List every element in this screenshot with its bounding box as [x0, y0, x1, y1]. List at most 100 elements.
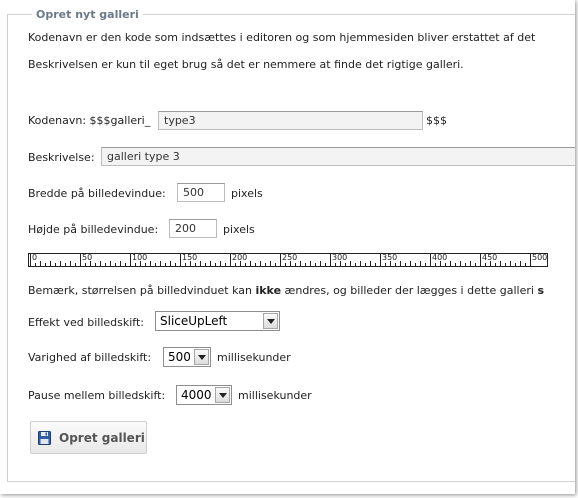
- ruler-tick: [425, 263, 426, 266]
- gallery-form-window: Opret nyt galleri Kodenavn er den kode s…: [0, 0, 575, 494]
- chevron-down-icon[interactable]: [263, 313, 278, 329]
- ruler-tick: [505, 263, 506, 266]
- size-note-tail: s: [537, 284, 544, 297]
- kodenavn-label: Kodenavn: $$$galleri_: [28, 114, 151, 127]
- ruler-tick: [195, 263, 196, 266]
- ruler-tick: [365, 263, 366, 266]
- ruler-tick: [350, 261, 351, 266]
- beskrivelse-input[interactable]: galleri type 3: [101, 147, 575, 166]
- ruler-tick: [395, 263, 396, 266]
- ruler-label: 200: [232, 253, 248, 262]
- ruler-tick: [165, 263, 166, 266]
- ruler-tick: [500, 261, 501, 266]
- ruler-tick: [180, 254, 181, 266]
- intro-text-line1: Kodenavn er den kode som indsættes i edi…: [28, 31, 536, 44]
- ruler-tick: [50, 261, 51, 266]
- ruler-tick: [360, 261, 361, 266]
- ruler-tick: [185, 263, 186, 266]
- size-note: Bemærk, størrelsen på billedvinduet kan …: [28, 283, 544, 299]
- kodenavn-input[interactable]: type3: [158, 111, 423, 130]
- effekt-label: Effekt ved billedskift:: [28, 316, 144, 329]
- hojde-input[interactable]: 200: [169, 219, 217, 238]
- ruler-tick: [485, 263, 486, 266]
- ruler-tick: [280, 254, 281, 266]
- ruler-tick: [400, 261, 401, 266]
- gallery-fieldset: [7, 14, 575, 482]
- bredde-input[interactable]: 500: [177, 183, 225, 202]
- ruler-tick: [430, 254, 431, 266]
- ruler-tick: [65, 263, 66, 266]
- ruler-tick: [410, 261, 411, 266]
- ruler-tick: [495, 263, 496, 266]
- ruler-label: 450: [482, 253, 498, 262]
- ruler-label: 300: [332, 253, 348, 262]
- ruler-tick: [510, 261, 511, 266]
- ruler-tick: [200, 261, 201, 266]
- ruler-label: 100: [132, 253, 148, 262]
- pause-select[interactable]: 4000: [176, 385, 232, 405]
- varighed-select[interactable]: 500: [163, 347, 211, 367]
- ruler-tick: [385, 263, 386, 266]
- ruler-tick: [115, 263, 116, 266]
- ruler-label: 500: [532, 253, 548, 262]
- ruler-tick: [265, 263, 266, 266]
- ruler-tick: [275, 263, 276, 266]
- effekt-select[interactable]: SliceUpLeft: [155, 311, 280, 331]
- ruler-tick: [530, 254, 531, 266]
- ruler-tick: [75, 263, 76, 266]
- ruler-tick: [160, 261, 161, 266]
- opret-galleri-button[interactable]: Opret galleri: [30, 421, 147, 454]
- ruler-tick: [445, 263, 446, 266]
- varighed-label: Varighed af billedskift:: [28, 351, 152, 364]
- ruler-tick: [295, 263, 296, 266]
- varighed-unit: millisekunder: [217, 351, 291, 364]
- ruler-label: 250: [282, 253, 298, 262]
- chevron-down-icon[interactable]: [194, 349, 209, 365]
- pause-unit: millisekunder: [238, 389, 312, 402]
- ruler-tick: [435, 263, 436, 266]
- ruler-tick: [150, 261, 151, 266]
- ruler-tick: [85, 263, 86, 266]
- ruler-tick: [420, 261, 421, 266]
- ruler-tick: [225, 263, 226, 266]
- ruler-tick: [145, 263, 146, 266]
- ruler-tick: [475, 263, 476, 266]
- ruler-tick: [375, 263, 376, 266]
- ruler-tick: [155, 263, 156, 266]
- bredde-label: Bredde på billedevindue:: [28, 187, 166, 200]
- ruler-tick: [105, 263, 106, 266]
- chevron-down-icon[interactable]: [215, 387, 230, 403]
- pause-label: Pause mellem billedskift:: [28, 389, 166, 402]
- ruler-tick: [310, 261, 311, 266]
- ruler-tick: [470, 261, 471, 266]
- ruler-tick: [95, 263, 96, 266]
- ruler-tick: [480, 254, 481, 266]
- ruler-tick: [230, 254, 231, 266]
- ruler-tick: [355, 263, 356, 266]
- size-note-bold: ikke: [255, 284, 282, 297]
- ruler-tick: [215, 263, 216, 266]
- ruler-tick: [255, 263, 256, 266]
- ruler-tick: [130, 254, 131, 266]
- ruler-tick: [135, 263, 136, 266]
- ruler-tick: [380, 254, 381, 266]
- ruler-tick: [450, 261, 451, 266]
- size-note-before: Bemærk, størrelsen på billedvinduet kan: [28, 284, 256, 297]
- pixel-ruler: 0 50 100 150 200 250 300 350 400 450 500: [28, 253, 548, 267]
- ruler-tick: [305, 263, 306, 266]
- ruler-tick: [210, 261, 211, 266]
- ruler-tick: [515, 263, 516, 266]
- ruler-tick: [205, 263, 206, 266]
- ruler-tick: [100, 261, 101, 266]
- ruler-tick: [335, 263, 336, 266]
- ruler-label: 150: [182, 253, 198, 262]
- hojde-unit: pixels: [223, 223, 255, 236]
- ruler-tick: [30, 254, 31, 266]
- hojde-label: Højde på billedevindue:: [28, 223, 159, 236]
- ruler-tick: [345, 263, 346, 266]
- ruler-label: 0: [32, 253, 38, 262]
- ruler-tick: [315, 263, 316, 266]
- ruler-tick: [175, 263, 176, 266]
- ruler-tick: [370, 261, 371, 266]
- ruler-tick: [520, 261, 521, 266]
